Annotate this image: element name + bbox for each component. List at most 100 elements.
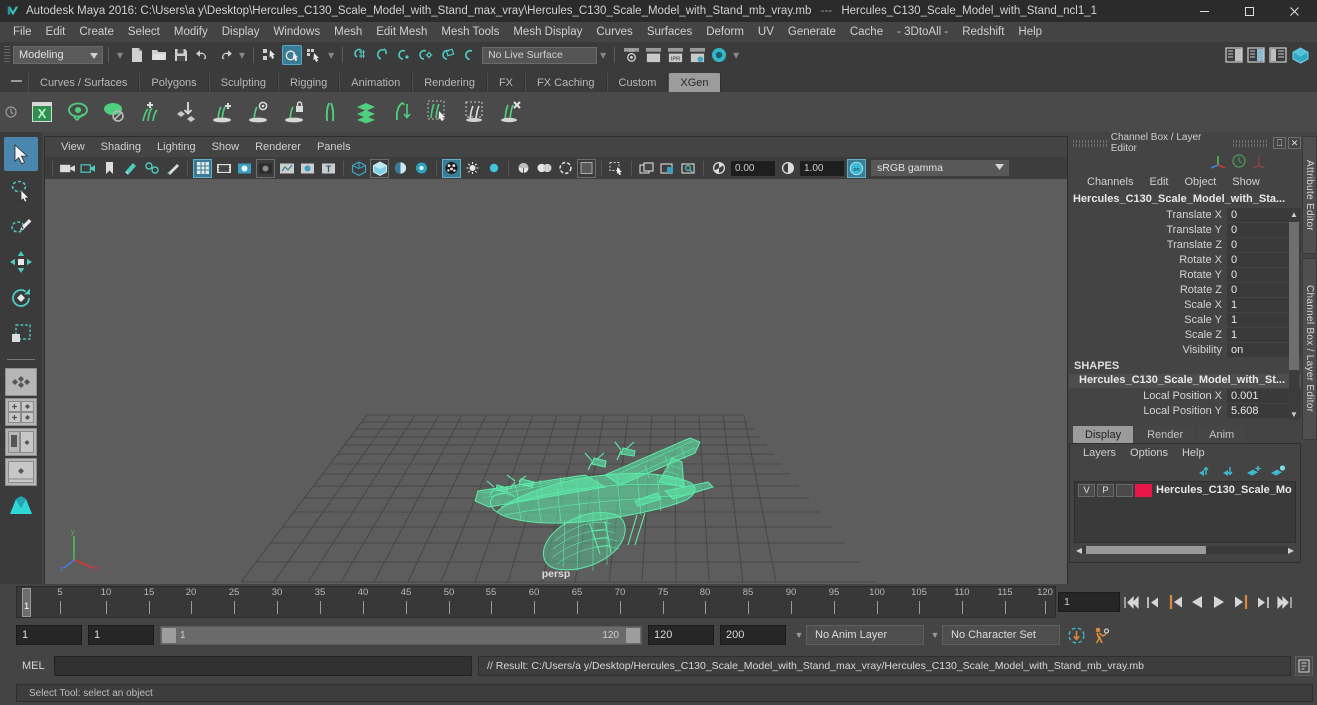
step-back-keyframe-icon[interactable] (1143, 591, 1163, 613)
animation-start-field[interactable]: 1 (16, 625, 82, 645)
xgen-groom-brush-icon[interactable] (314, 96, 346, 128)
layer-move-up-icon[interactable] (1198, 464, 1214, 478)
layer-visibility-toggle[interactable]: V (1078, 483, 1095, 497)
xgen-disable-preview-icon[interactable] (98, 96, 130, 128)
menu-mesh-tools[interactable]: Mesh Tools (434, 24, 506, 40)
channel-row-rotate-x[interactable]: Rotate X 0 (1069, 252, 1301, 267)
ipr-render-icon[interactable]: IPR (665, 45, 685, 65)
menu-edit-mesh[interactable]: Edit Mesh (369, 24, 434, 40)
menu-3dtoall[interactable]: - 3DtoAll - (890, 24, 955, 40)
channel-box-menu-channels[interactable]: Channels (1079, 175, 1141, 189)
menu-surfaces[interactable]: Surfaces (640, 24, 699, 40)
layer-move-down-icon[interactable] (1222, 464, 1238, 478)
show-hide-modeling-toolkit-icon[interactable] (1290, 45, 1310, 65)
color-profile-selector[interactable]: sRGB gamma (871, 160, 1009, 176)
isolate-select-icon[interactable] (556, 159, 575, 178)
tab-render-layers[interactable]: Render (1135, 426, 1196, 443)
layer-display-type-toggle[interactable] (1116, 483, 1133, 497)
render-current-frame-icon[interactable]: 1111 (621, 45, 641, 65)
layer-playback-toggle[interactable]: P (1097, 483, 1114, 497)
panel-tearoff-icon[interactable] (637, 159, 656, 178)
animation-end-field[interactable]: 200 (720, 625, 786, 645)
open-scene-icon[interactable] (149, 45, 169, 65)
select-camera-icon[interactable] (58, 159, 77, 178)
step-forward-frame-icon[interactable] (1231, 591, 1251, 613)
color-management-toggle-icon[interactable]: on (847, 158, 866, 178)
menu-file[interactable]: File (6, 24, 39, 40)
layer-menu-options[interactable]: Options (1123, 446, 1175, 460)
character-set-dropdown-arrow-icon[interactable]: ▼ (928, 626, 942, 644)
panel-search-icon[interactable] (679, 159, 698, 178)
menu-mesh-display[interactable]: Mesh Display (506, 24, 589, 40)
layer-color-swatch[interactable] (1135, 483, 1152, 497)
layout-persp-graph-icon[interactable] (5, 458, 37, 486)
undo-icon[interactable] (193, 45, 213, 65)
channel-row-translate-y[interactable]: Translate Y 0 (1069, 222, 1301, 237)
xgen-region-icon[interactable] (458, 96, 490, 128)
tab-display-layers[interactable]: Display (1073, 426, 1134, 443)
range-slider-right-handle[interactable] (626, 627, 640, 643)
menu-set-selector[interactable]: Modeling (13, 46, 103, 64)
menu-display[interactable]: Display (215, 24, 267, 40)
exposure-icon[interactable] (709, 159, 728, 178)
menu-edit[interactable]: Edit (39, 24, 73, 40)
gate-mask-icon[interactable] (256, 158, 275, 178)
xgen-editor-icon[interactable]: X (26, 96, 58, 128)
close-panel-button[interactable]: ✕ (1288, 137, 1301, 149)
layout-four-view-icon[interactable] (5, 398, 37, 426)
shelf-tab-custom[interactable]: Custom (606, 73, 669, 92)
scroll-right-arrow-icon[interactable]: ▶ (1288, 546, 1294, 555)
status-line-grip[interactable] (4, 46, 10, 64)
ao-icon[interactable] (463, 159, 482, 178)
time-slider[interactable]: 1 5 10 15 20 25 30 35 40 45 50 55 60 65 … (16, 586, 1056, 618)
script-editor-icon[interactable] (1295, 656, 1313, 676)
texture-border-icon[interactable]: T (319, 159, 338, 178)
viewport-menu-lighting[interactable]: Lighting (149, 139, 204, 155)
isolate-selection-toggle-icon[interactable] (607, 159, 626, 178)
xgen-preview-primitive-icon[interactable] (242, 96, 274, 128)
menu-redshift[interactable]: Redshift (955, 24, 1011, 40)
bookmark-icon[interactable] (100, 159, 119, 178)
hscroll-track[interactable] (1082, 546, 1288, 554)
paint-select-tool[interactable] (4, 209, 38, 243)
xgen-delete-icon[interactable] (494, 96, 526, 128)
menu-modify[interactable]: Modify (167, 24, 215, 40)
layer-menu-help[interactable]: Help (1175, 446, 1212, 460)
scroll-up-arrow-icon[interactable]: ▲ (1289, 208, 1299, 220)
range-slider[interactable]: 1 120 (160, 625, 642, 645)
menu-curves[interactable]: Curves (589, 24, 639, 40)
scroll-down-arrow-icon[interactable]: ▼ (1289, 408, 1299, 420)
side-tab-attribute-editor[interactable]: Attribute Editor (1302, 136, 1317, 254)
channel-box-menu-show[interactable]: Show (1224, 175, 1268, 189)
half-resolution-icon[interactable] (535, 159, 554, 178)
axis-gizmo-icon[interactable] (1209, 153, 1227, 169)
save-scene-icon[interactable] (171, 45, 191, 65)
panel-copy-icon[interactable] (658, 159, 677, 178)
side-tab-channel-box[interactable]: Channel Box / Layer Editor (1302, 258, 1317, 440)
live-surface-field[interactable]: No Live Surface (482, 46, 598, 64)
resolution-gate-icon[interactable] (235, 159, 254, 178)
shadows-icon[interactable] (442, 158, 461, 178)
channel-row-translate-z[interactable]: Translate Z 0 (1069, 237, 1301, 252)
gamma-icon[interactable] (778, 159, 797, 178)
snap-to-grid-icon[interactable] (349, 45, 369, 65)
layer-new-icon[interactable] (1246, 464, 1262, 478)
shelf-tab-rigging[interactable]: Rigging (277, 73, 340, 92)
make-live-icon[interactable] (459, 45, 479, 65)
animation-preferences-icon[interactable] (1088, 626, 1114, 645)
snap-to-projected-center-icon[interactable] (415, 45, 435, 65)
viewport-menu-show[interactable]: Show (204, 139, 248, 155)
shaded-textured-icon[interactable] (391, 159, 410, 178)
current-frame-field[interactable]: 1 (1058, 592, 1120, 612)
wireframe-shaded-icon[interactable] (349, 159, 368, 178)
exposure-field[interactable]: 0.00 (731, 160, 775, 176)
xray-icon[interactable] (277, 159, 296, 178)
xgen-add-description-icon[interactable] (134, 96, 166, 128)
channel-row-local-position-y[interactable]: Local Position Y 5.608 (1069, 403, 1301, 418)
shelf-options-handle[interactable] (8, 73, 24, 89)
snap-to-view-plane-icon[interactable] (437, 45, 457, 65)
layer-menu-layers[interactable]: Layers (1076, 446, 1123, 460)
channel-row-rotate-z[interactable]: Rotate Z 0 (1069, 282, 1301, 297)
shelf-tab-polygons[interactable]: Polygons (139, 73, 209, 92)
select-hierarchy-icon[interactable] (260, 45, 280, 65)
